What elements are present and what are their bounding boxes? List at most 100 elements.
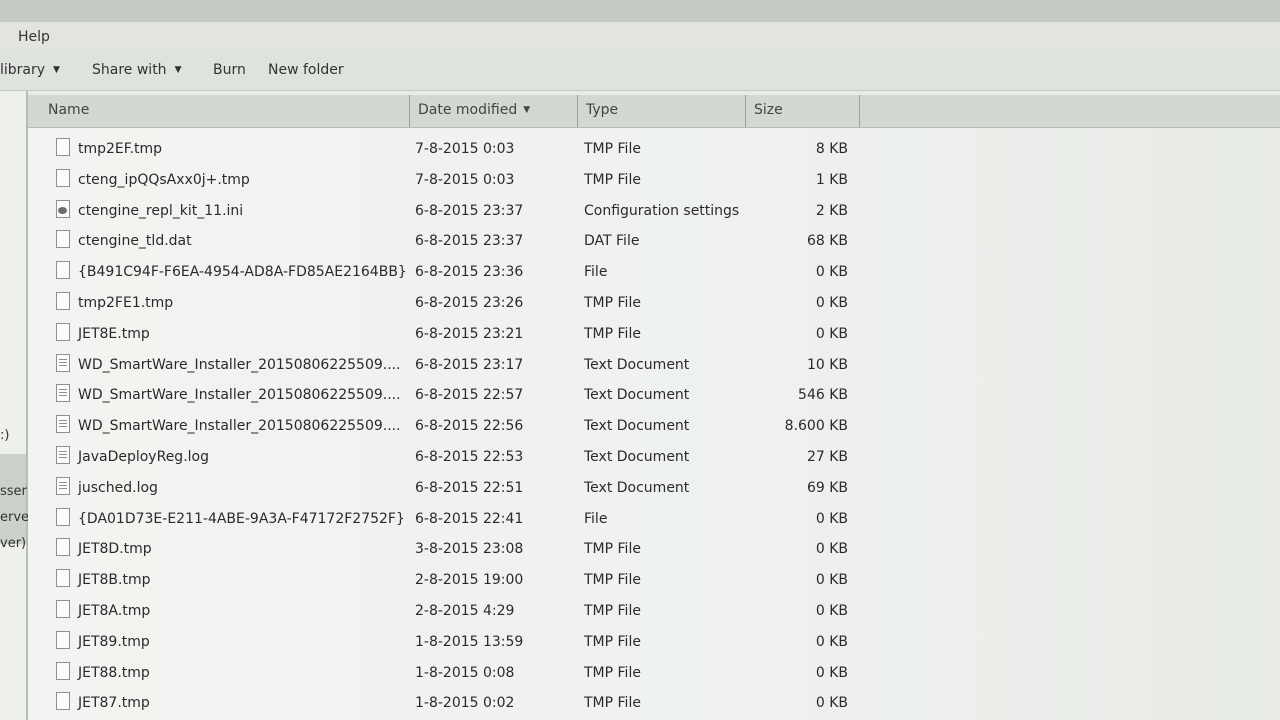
- file-date: 6-8-2015 22:51: [415, 479, 524, 496]
- file-size: 0 KB: [815, 603, 848, 619]
- file-row[interactable]: JET88.tmp 1-8-2015 0:08 TMP File 0 KB: [28, 659, 888, 689]
- config-file-icon: [56, 199, 70, 218]
- file-type: TMP File: [584, 141, 641, 157]
- file-size: 0 KB: [815, 541, 848, 558]
- nav-item-user[interactable]: sser: [0, 484, 27, 499]
- file-date: 6-8-2015 23:26: [415, 295, 524, 311]
- file-row[interactable]: ctengine_repl_kit_11.ini 6-8-2015 23:37 Co…: [28, 197, 888, 227]
- file-row[interactable]: {DA01D73E-E211-4ABE-9A3A-F47172F2752F} 6-…: [28, 505, 888, 535]
- column-header-type[interactable]: Type: [578, 95, 746, 127]
- file-date: 6-8-2015 22:56: [415, 418, 524, 435]
- file-row[interactable]: WD_SmartWare_Installer_20150806225509...…: [28, 381, 888, 411]
- chevron-down-icon: ▼: [174, 65, 182, 75]
- file-date: 6-8-2015 22:53: [415, 449, 524, 465]
- file-type: TMP File: [584, 664, 641, 681]
- blank-file-icon: [56, 230, 70, 249]
- file-name: cteng_ipQQsAxx0j+.tmp: [78, 171, 250, 188]
- blank-file-icon: [56, 292, 70, 310]
- column-size-label: Size: [754, 102, 783, 118]
- file-row[interactable]: JET89.tmp 1-8-2015 13:59 TMP File 0 KB: [28, 628, 888, 658]
- chevron-down-icon: ▼: [53, 65, 60, 75]
- file-row[interactable]: tmp2FE1.tmp 6-8-2015 23:26 TMP File 0 KB: [28, 289, 888, 319]
- file-row[interactable]: tmp2EF.tmp 7-8-2015 0:03 TMP File 8 KB: [28, 135, 888, 165]
- nav-item-drive[interactable]: :): [0, 428, 9, 443]
- column-header-size[interactable]: Size: [746, 95, 860, 127]
- file-row[interactable]: WD_SmartWare_Installer_20150806225509...…: [28, 412, 888, 442]
- blank-file-icon: [56, 507, 70, 526]
- file-date: 1-8-2015 0:02: [415, 695, 515, 712]
- column-header-name[interactable]: Name: [40, 95, 410, 127]
- share-with-button[interactable]: Share with ▼: [92, 62, 181, 78]
- file-name: JET8A.tmp: [78, 603, 151, 619]
- blank-file-icon: [56, 692, 70, 711]
- file-row[interactable]: ctengine_tld.dat 6-8-2015 23:37 DAT File 68…: [28, 227, 888, 257]
- file-row[interactable]: JET8D.tmp 3-8-2015 23:08 TMP File 0 KB: [28, 535, 888, 565]
- blank-file-icon: [56, 168, 70, 187]
- file-date: 7-8-2015 0:03: [415, 141, 515, 157]
- file-size: 2 KB: [815, 202, 848, 219]
- file-type: Text Document: [584, 449, 690, 465]
- blank-file-icon: [56, 600, 70, 618]
- blank-file-icon: [56, 261, 70, 280]
- file-type: TMP File: [584, 541, 641, 558]
- file-size: 69 KB: [806, 479, 848, 496]
- sort-descending-icon: ▼: [523, 105, 531, 115]
- file-size: 0 KB: [815, 325, 848, 342]
- burn-button[interactable]: Burn: [213, 62, 246, 78]
- text-file-icon: [56, 415, 70, 434]
- file-name: ctengine_tld.dat: [78, 233, 192, 250]
- file-type: TMP File: [584, 603, 641, 619]
- file-size: 8.600 KB: [784, 418, 848, 435]
- blank-file-icon: [56, 630, 70, 649]
- file-type: Configuration settings: [584, 202, 740, 219]
- file-date: 6-8-2015 23:21: [415, 325, 524, 342]
- file-row[interactable]: WD_SmartWare_Installer_20150806225509...…: [28, 351, 888, 381]
- file-type: DAT File: [584, 233, 640, 250]
- file-size: 0 KB: [815, 572, 848, 589]
- share-with-label: Share with: [92, 62, 167, 78]
- file-size: 68 KB: [806, 233, 848, 250]
- column-header-date[interactable]: Date modified ▼: [410, 95, 578, 127]
- file-type: Text Document: [584, 387, 690, 404]
- file-size: 8 KB: [815, 141, 848, 157]
- nav-item-server[interactable]: erve: [0, 510, 29, 525]
- file-size: 10 KB: [806, 356, 848, 373]
- file-name: JET8E.tmp: [78, 325, 150, 342]
- column-name-label: Name: [48, 102, 90, 118]
- file-name: tmp2FE1.tmp: [78, 295, 174, 311]
- include-in-library-button[interactable]: library ▼: [0, 62, 60, 78]
- file-date: 6-8-2015 23:36: [415, 264, 524, 281]
- file-date: 6-8-2015 23:37: [415, 233, 524, 250]
- menu-help[interactable]: Help: [18, 29, 50, 45]
- file-row[interactable]: cteng_ipQQsAxx0j+.tmp 7-8-2015 0:03 TMP Fi…: [28, 166, 888, 196]
- file-row[interactable]: JET8B.tmp 2-8-2015 19:00 TMP File 0 KB: [28, 566, 888, 596]
- file-date: 3-8-2015 23:08: [415, 541, 524, 558]
- file-row[interactable]: JavaDeployReg.log 6-8-2015 22:53 Text Docu…: [28, 443, 888, 473]
- file-name: WD_SmartWare_Installer_20150806225509...…: [78, 418, 401, 435]
- file-list: tmp2EF.tmp 7-8-2015 0:03 TMP File 8 KB cteng…: [28, 128, 1280, 720]
- file-row[interactable]: JET8A.tmp 2-8-2015 4:29 TMP File 0 KB: [28, 597, 888, 627]
- blank-file-icon: [56, 322, 70, 341]
- text-file-icon: [56, 353, 70, 372]
- navigation-pane: :) sser erve ver): [0, 91, 29, 720]
- new-folder-button[interactable]: New folder: [268, 62, 344, 78]
- file-date: 1-8-2015 0:08: [415, 664, 515, 681]
- column-date-label: Date modified: [418, 102, 518, 118]
- text-file-icon: [56, 476, 70, 495]
- file-type: TMP File: [584, 695, 641, 712]
- file-row[interactable]: jusched.log 6-8-2015 22:51 Text Document 69…: [28, 474, 888, 504]
- column-header-row: Name Date modified ▼ Type Size: [28, 95, 1280, 128]
- file-size: 0 KB: [815, 295, 848, 311]
- file-size: 546 KB: [798, 387, 848, 404]
- file-name: WD_SmartWare_Installer_20150806225509...…: [78, 387, 401, 404]
- file-type: Text Document: [584, 356, 690, 373]
- blank-file-icon: [56, 569, 70, 588]
- file-row[interactable]: JET8E.tmp 6-8-2015 23:21 TMP File 0 KB: [28, 320, 888, 350]
- window-title-strip: [0, 0, 1280, 23]
- file-row[interactable]: JET87.tmp 1-8-2015 0:02 TMP File 0 KB: [28, 689, 888, 719]
- file-date: 2-8-2015 4:29: [415, 603, 515, 619]
- file-row[interactable]: {B491C94F-F6EA-4954-AD8A-FD85AE2164BB} 6-…: [28, 258, 888, 288]
- file-type: Text Document: [584, 418, 690, 435]
- file-type: TMP File: [584, 325, 641, 342]
- nav-item-server-2[interactable]: ver): [0, 536, 26, 551]
